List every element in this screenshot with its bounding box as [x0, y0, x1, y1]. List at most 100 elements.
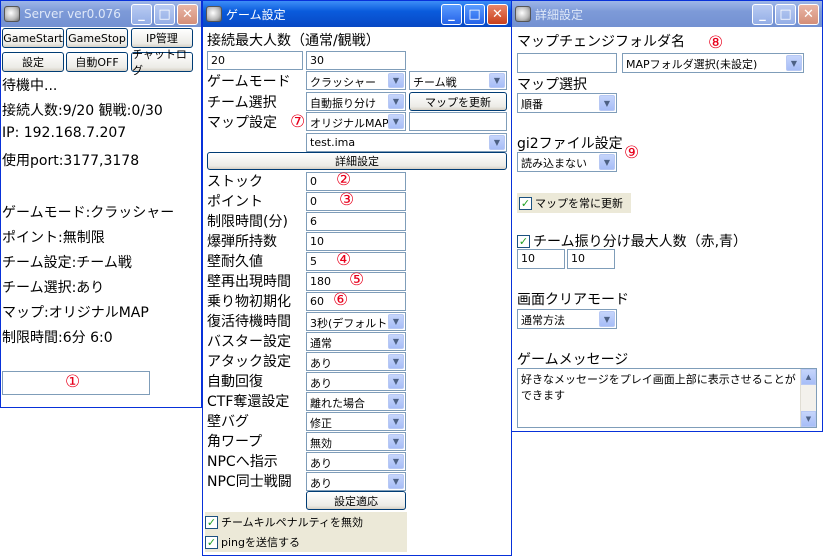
server-titlebar[interactable]: Server ver0.076 _ □ ✕	[1, 1, 201, 27]
map-info: マップ:オリジナルMAP	[2, 305, 149, 321]
team-mode-select[interactable]: チーム戦 ▼	[409, 71, 507, 90]
gi2-select[interactable]: 読み込まない ▼	[517, 152, 617, 172]
marker-number: ⑥	[333, 290, 349, 310]
settings-button[interactable]: 設定	[2, 52, 64, 72]
game-stop-button[interactable]: GameStop	[66, 28, 128, 48]
detail-settings-button[interactable]: 詳細設定	[207, 152, 507, 170]
setting-label: 復活待機時間	[207, 314, 291, 330]
setting-select[interactable]: あり ▼	[306, 452, 406, 471]
check-icon: ✓	[205, 515, 218, 529]
scroll-up-icon[interactable]: ▲	[801, 369, 816, 385]
max-normal-input[interactable]: 20	[207, 51, 303, 70]
update-map-button[interactable]: マップを更新	[409, 92, 507, 111]
setting-label: 角ワープ	[207, 434, 263, 450]
chevron-down-icon: ▼	[388, 114, 404, 129]
point-info: ポイント:無制限	[2, 230, 105, 246]
setting-select[interactable]: 離れた場合 ▼	[306, 392, 406, 411]
map-setting-select[interactable]: オリジナルMAP ▼	[306, 112, 406, 131]
team-select[interactable]: 自動振り分け ▼	[306, 92, 406, 111]
game-mode-select[interactable]: クラッシャー ▼	[306, 71, 406, 90]
game-title: ゲーム設定	[226, 7, 286, 22]
maximize-icon[interactable]: □	[154, 3, 175, 25]
minimize-icon[interactable]: _	[441, 3, 462, 25]
marker-9: ⑨	[624, 143, 640, 163]
map-file-select[interactable]: test.ima ▼	[306, 133, 507, 152]
team-blue-input[interactable]: 10	[567, 249, 615, 269]
game-start-button[interactable]: GameStart	[2, 28, 64, 48]
setting-input[interactable]: 0	[306, 192, 406, 211]
send-ping-checkbox[interactable]: ✓ pingを送信する	[205, 532, 407, 552]
setting-label: 制限時間(分)	[207, 214, 288, 230]
message-textarea[interactable]: 好きなメッセージをプレイ画面上部に表示させることができます ▲ ▼	[517, 368, 817, 428]
setting-select[interactable]: 通常 ▼	[306, 332, 406, 351]
connection-count: 接続人数:9/20 観戦:0/30	[2, 103, 163, 119]
setting-select[interactable]: あり ▼	[306, 372, 406, 391]
map-select[interactable]: 順番 ▼	[517, 93, 617, 113]
apply-settings-button[interactable]: 設定適応	[306, 491, 406, 510]
message-label: ゲームメッセージ	[517, 352, 629, 368]
ip-manage-button[interactable]: IP管理	[131, 28, 193, 48]
setting-input[interactable]: 60	[306, 292, 406, 311]
chevron-down-icon: ▼	[599, 154, 615, 170]
message-scrollbar[interactable]: ▲ ▼	[800, 369, 816, 427]
chevron-down-icon: ▼	[388, 374, 404, 389]
clear-mode-select[interactable]: 通常方法 ▼	[517, 309, 617, 329]
chevron-down-icon: ▼	[786, 55, 802, 71]
chevron-down-icon: ▼	[599, 311, 615, 327]
setting-label: ポイント	[207, 194, 263, 210]
game-settings-window: ゲーム設定 _ □ ✕ 接続最大人数（通常/観戦） 20 30 ゲームモード ク…	[202, 0, 512, 556]
folder-name-input[interactable]	[517, 53, 617, 73]
always-update-checkbox[interactable]: ✓ マップを常に更新	[517, 193, 631, 213]
detail-titlebar[interactable]: 詳細設定 _ □ ✕	[512, 1, 822, 27]
minimize-icon[interactable]: _	[752, 3, 773, 25]
team-max-checkbox[interactable]: ✓ チーム振り分け最大人数（赤,青）	[517, 231, 747, 251]
scroll-down-icon[interactable]: ▼	[801, 411, 816, 427]
chevron-down-icon: ▼	[388, 334, 404, 349]
marker-number: ④	[336, 250, 352, 270]
map-setting-label: マップ設定	[207, 115, 277, 131]
setting-input[interactable]: 6	[306, 212, 406, 231]
setting-select[interactable]: あり ▼	[306, 472, 406, 491]
maximize-icon[interactable]: □	[464, 3, 485, 25]
maximize-icon[interactable]: □	[775, 3, 796, 25]
team-setting-info: チーム設定:チーム戦	[2, 255, 132, 271]
chevron-down-icon: ▼	[388, 434, 404, 449]
setting-label: ストック	[207, 174, 263, 190]
setting-select[interactable]: 修正 ▼	[306, 412, 406, 431]
folder-select[interactable]: MAPフォルダ選択(未設定) ▼	[622, 53, 804, 73]
minimize-icon[interactable]: _	[131, 3, 152, 25]
auto-off-button[interactable]: 自動OFF	[66, 52, 128, 72]
team-red-input[interactable]: 10	[517, 249, 565, 269]
setting-label: 乗り物初期化	[207, 294, 291, 310]
chevron-down-icon: ▼	[388, 354, 404, 369]
setting-select[interactable]: 無効 ▼	[306, 432, 406, 451]
marker-number: ②	[336, 170, 352, 190]
chevron-down-icon: ▼	[388, 454, 404, 469]
setting-input[interactable]: 0	[306, 172, 406, 191]
game-titlebar[interactable]: ゲーム設定 _ □ ✕	[203, 1, 511, 27]
setting-label: バスター設定	[207, 334, 291, 350]
chat-log-button[interactable]: チャットログ	[131, 48, 193, 77]
map-extra-input[interactable]	[409, 112, 507, 131]
setting-input[interactable]: 10	[306, 232, 406, 251]
setting-input[interactable]: 5	[306, 252, 406, 271]
port-info: 使用port:3177,3178	[2, 153, 140, 169]
marker-number: ③	[339, 190, 355, 210]
marker-1: ①	[65, 372, 81, 392]
setting-label: 爆弾所持数	[207, 234, 277, 250]
check-icon: ✓	[205, 535, 218, 549]
chevron-down-icon: ▼	[388, 474, 404, 489]
marker-7: ⑦	[290, 112, 306, 132]
clear-mode-label: 画面クリアモード	[517, 292, 629, 308]
team-kill-penalty-checkbox[interactable]: ✓ チームキルペナルティを無効	[205, 512, 407, 532]
gi2-label: gi2ファイル設定	[517, 136, 623, 152]
setting-select[interactable]: あり ▼	[306, 352, 406, 371]
chevron-down-icon: ▼	[388, 94, 404, 109]
close-icon[interactable]: ✕	[798, 3, 819, 25]
close-icon[interactable]: ✕	[487, 3, 508, 25]
app-icon	[515, 6, 531, 22]
marker-number: ⑤	[349, 270, 365, 290]
setting-select[interactable]: 3秒(デフォルト) ▼	[306, 312, 406, 331]
max-watch-input[interactable]: 30	[306, 51, 406, 70]
close-icon[interactable]: ✕	[177, 3, 198, 25]
